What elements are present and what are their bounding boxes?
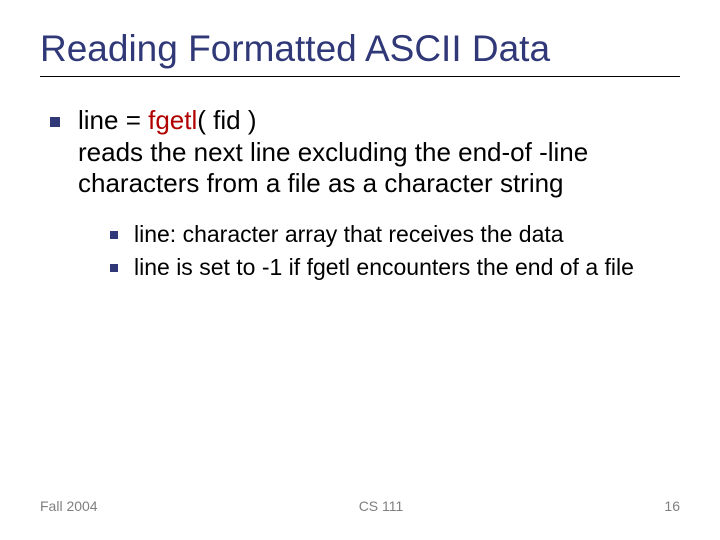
function-name: fgetl xyxy=(148,105,197,135)
slide: Reading Formatted ASCII Data line = fget… xyxy=(0,0,720,540)
sub-bullets: line: character array that receives the … xyxy=(50,220,680,282)
bullet-level2: line is set to -1 if fgetl encounters th… xyxy=(110,253,680,282)
sub-bullet-text: line is set to -1 if fgetl encounters th… xyxy=(134,253,634,282)
footer-center: CS 111 xyxy=(359,498,404,514)
square-bullet-icon xyxy=(110,231,118,239)
sub-bullet-text: line: character array that receives the … xyxy=(134,220,564,249)
footer-left: Fall 2004 xyxy=(40,498,98,514)
square-bullet-icon xyxy=(50,117,60,127)
code-prefix: line = xyxy=(78,105,148,135)
code-suffix: ( fid ) xyxy=(197,105,256,135)
bullet-level1: line = fgetl( fid ) reads the next line … xyxy=(50,105,680,200)
slide-footer: Fall 2004 CS 111 16 xyxy=(40,498,680,514)
slide-title: Reading Formatted ASCII Data xyxy=(40,28,680,77)
slide-body: line = fgetl( fid ) reads the next line … xyxy=(40,105,680,282)
bullet-text: line = fgetl( fid ) reads the next line … xyxy=(78,105,680,200)
bullet-desc: reads the next line excluding the end-of… xyxy=(78,137,588,199)
footer-page-number: 16 xyxy=(664,498,680,514)
square-bullet-icon xyxy=(110,264,118,272)
bullet-level2: line: character array that receives the … xyxy=(110,220,680,249)
